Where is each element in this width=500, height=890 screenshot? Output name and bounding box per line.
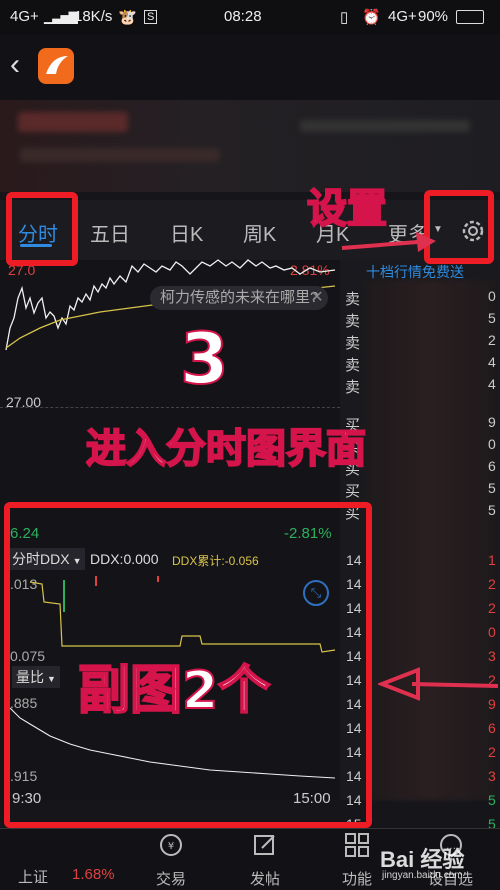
network-indicator-2: 4G+ — [388, 8, 417, 25]
tab-daily-k[interactable]: 日K — [170, 218, 203, 247]
function-icon[interactable] — [344, 832, 370, 858]
annotation-enter: 进入分时图界面 — [85, 425, 367, 473]
volume-value: 2 — [488, 600, 496, 616]
volume-value: 0 — [488, 436, 496, 452]
annotation-arrow-right — [341, 232, 436, 252]
stock-info-blurred — [300, 120, 470, 132]
annotation-box-tab — [6, 192, 78, 266]
nav-bar — [0, 34, 500, 100]
annotation-subchart: 副图2个 — [77, 660, 271, 722]
ad-banner[interactable]: 柯力传感的未来在哪里? — [150, 286, 329, 310]
trade-icon[interactable]: ¥ — [158, 832, 184, 858]
index-change: 1.68% — [72, 866, 115, 883]
volume-value: 0 — [488, 624, 496, 640]
ask-label: 卖 — [345, 313, 361, 330]
network-indicator: 4G+ — [10, 8, 39, 25]
tab-weekly-k[interactable]: 周K — [243, 218, 276, 247]
volume-value: 5 — [488, 480, 496, 496]
signal-icon: ▁▃▅▇ — [44, 10, 78, 24]
volume-value: 3 — [488, 768, 496, 784]
order-book-link[interactable]: 十档行情免费送 — [366, 262, 464, 282]
ask-label: 卖 — [345, 335, 361, 352]
watermark-url: jingyan.baidu.com — [382, 870, 463, 881]
post-label[interactable]: 发帖 — [250, 868, 280, 889]
annotation-step: 3 — [179, 317, 230, 401]
volume-value: 4 — [488, 354, 496, 370]
alarm-icon: ⏰ — [362, 9, 381, 26]
bid-label: 买 — [345, 483, 361, 500]
status-bar: 4G+ ▁▃▅▇ 18K/s 🐮 S 08:28 ▯ ⏰ 4G+ 90% — [0, 0, 500, 34]
post-icon[interactable] — [252, 832, 278, 858]
volume-value: 6 — [488, 720, 496, 736]
vibrate-icon: ▯ — [340, 9, 349, 26]
tab-five-day[interactable]: 五日 — [90, 218, 130, 247]
order-book-blurred — [365, 280, 495, 800]
battery-icon — [456, 10, 484, 24]
price-line-chart — [5, 259, 336, 351]
ask-label: 卖 — [345, 291, 361, 308]
mid-price: 27.00 — [6, 394, 42, 410]
volume-value: 3 — [488, 648, 496, 664]
annotation-arrow-left — [378, 667, 499, 701]
volume-value: 2 — [488, 332, 496, 348]
stock-price-blurred — [18, 112, 128, 132]
volume-value: 5 — [488, 502, 496, 518]
sim-icon: S — [144, 10, 158, 24]
function-label[interactable]: 功能 — [342, 868, 372, 889]
app-logo-icon — [38, 48, 74, 84]
clock: 08:28 — [224, 8, 262, 25]
back-icon[interactable]: ‹ — [10, 48, 20, 82]
close-icon[interactable]: ✕ — [305, 286, 329, 310]
volume-value: 5 — [488, 792, 496, 808]
annotation-settings: 设置 — [306, 185, 388, 233]
volume-value: 9 — [488, 414, 496, 430]
volume-value: 2 — [488, 576, 496, 592]
index-name[interactable]: 上证 — [18, 866, 48, 887]
ask-label: 卖 — [345, 357, 361, 374]
volume-value: 6 — [488, 458, 496, 474]
battery-level: 90% — [418, 8, 449, 25]
svg-text:¥: ¥ — [168, 841, 174, 852]
volume-value: 1 — [488, 552, 496, 568]
volume-value: 2 — [488, 744, 496, 760]
volume-value: 4 — [488, 376, 496, 392]
app-icon: 🐮 — [118, 9, 137, 26]
stock-change-blurred — [20, 148, 220, 162]
network-speed: 18K/s — [74, 8, 113, 25]
mid-line — [0, 407, 340, 408]
ask-label: 卖 — [345, 379, 361, 396]
volume-value: 5 — [488, 310, 496, 326]
trade-label[interactable]: 交易 — [156, 868, 186, 889]
volume-value: 0 — [488, 288, 496, 304]
